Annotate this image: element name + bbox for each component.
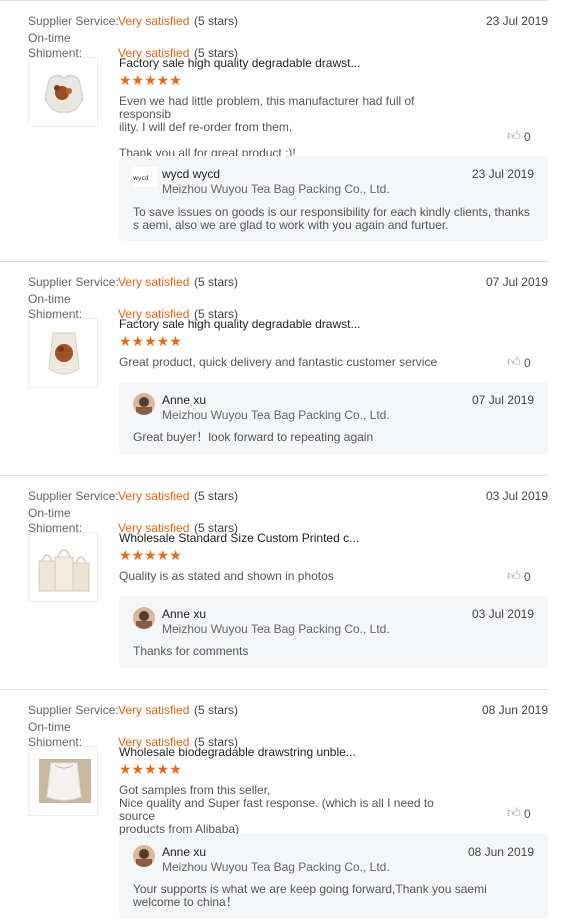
reply-company: Meizhou Wuyou Tea Bag Packing Co., Ltd. [162,622,390,636]
reply-company: Meizhou Wuyou Tea Bag Packing Co., Ltd. [162,182,390,196]
divider [0,261,548,262]
supplier-rating: Very satisfied [118,489,190,503]
product-thumbnail[interactable] [28,532,98,602]
supplier-service-label: Supplier Service: [28,489,119,503]
reply-company: Meizhou Wuyou Tea Bag Packing Co., Ltd. [162,408,390,422]
thumbs-up-icon[interactable]: 👍︎ [507,805,521,821]
supplier-stars: (5 stars) [194,14,239,28]
product-thumbnail[interactable] [28,57,98,127]
supplier-reply: Anne xu Meizhou Wuyou Tea Bag Packing Co… [119,382,548,454]
rating-stars: ★★★★★ [119,761,182,777]
review-text: Even we had little problem, this manufac… [119,94,415,160]
avatar [133,393,155,415]
rating-stars: ★★★★★ [119,547,182,563]
on-time-label: On-time [28,292,71,306]
tea-bag-image [29,319,97,387]
divider [0,0,548,1]
like-count: 0 [524,130,531,144]
supplier-rating: Very satisfied [118,275,190,289]
supplier-rating: Very satisfied [118,14,190,28]
reply-name: Anne xu [162,393,207,407]
supplier-logo: wycd [133,167,157,187]
reply-name: wycd wycd [162,167,221,181]
reply-text: To save issues on goods is our responsib… [133,205,530,232]
divider [0,689,548,690]
on-time-label: On-time [28,506,71,520]
rating-stars: ★★★★★ [119,333,182,349]
reply-text: Thanks for comments [133,644,249,658]
product-title-link[interactable]: Wholesale Standard Size Custom Printed c… [119,531,379,545]
review-text: Quality is as stated and shown in photos [119,569,334,583]
supplier-service-label: Supplier Service: [28,14,119,28]
avatar [133,845,155,867]
supplier-stars: (5 stars) [194,275,239,289]
supplier-service-label: Supplier Service: [28,275,119,289]
thumbs-up-icon[interactable]: 👍︎ [507,354,521,370]
product-title-link[interactable]: Factory sale high quality degradable dra… [119,56,379,70]
reply-name: Anne xu [162,845,207,859]
on-time-label: On-time [28,720,71,734]
review-date: 08 Jun 2019 [481,703,548,717]
on-time-label: On-time [28,31,71,45]
reply-date: 23 Jul 2019 [471,167,534,181]
reply-date: 03 Jul 2019 [471,607,534,621]
product-thumbnail[interactable] [28,318,98,388]
review-date: 23 Jul 2019 [485,14,548,28]
reply-date: 08 Jun 2019 [467,845,534,859]
product-thumbnail[interactable] [28,746,98,816]
review-date: 03 Jul 2019 [485,489,548,503]
avatar [133,607,155,629]
supplier-service-label: Supplier Service: [28,703,119,717]
drawstring-bag-image [29,747,97,815]
reply-company: Meizhou Wuyou Tea Bag Packing Co., Ltd. [162,860,390,874]
review-text: Got samples from this seller, Nice quali… [119,783,434,836]
like-count: 0 [524,570,531,584]
thumbs-up-icon[interactable]: 👍︎ [507,568,521,584]
supplier-reply: wycd wycd wycd Meizhou Wuyou Tea Bag Pac… [119,156,548,241]
thumbs-up-icon[interactable]: 👍︎ [507,128,521,144]
like-count: 0 [524,356,531,370]
tote-bags-image [29,533,97,601]
tea-bag-image [29,58,97,126]
review-date: 07 Jul 2019 [485,275,548,289]
svg-text:wycd: wycd [133,175,149,182]
supplier-reply: Anne xu Meizhou Wuyou Tea Bag Packing Co… [119,596,548,668]
divider [0,475,548,476]
product-title-link[interactable]: Factory sale high quality degradable dra… [119,317,379,331]
supplier-stars: (5 stars) [194,489,239,503]
product-title-link[interactable]: Wholesale biodegradable drawstring unble… [119,745,379,759]
reply-date: 07 Jul 2019 [471,393,534,407]
reply-name: Anne xu [162,607,207,621]
supplier-stars: (5 stars) [194,703,239,717]
review-text: Great product, quick delivery and fantas… [119,355,438,369]
like-count: 0 [524,807,531,821]
rating-stars: ★★★★★ [119,72,182,88]
reply-text: Great buyer！look forward to repeating ag… [133,430,374,444]
reply-text: Your supports is what we are keep going … [133,882,487,909]
supplier-reply: Anne xu Meizhou Wuyou Tea Bag Packing Co… [119,834,548,918]
supplier-rating: Very satisfied [118,703,190,717]
